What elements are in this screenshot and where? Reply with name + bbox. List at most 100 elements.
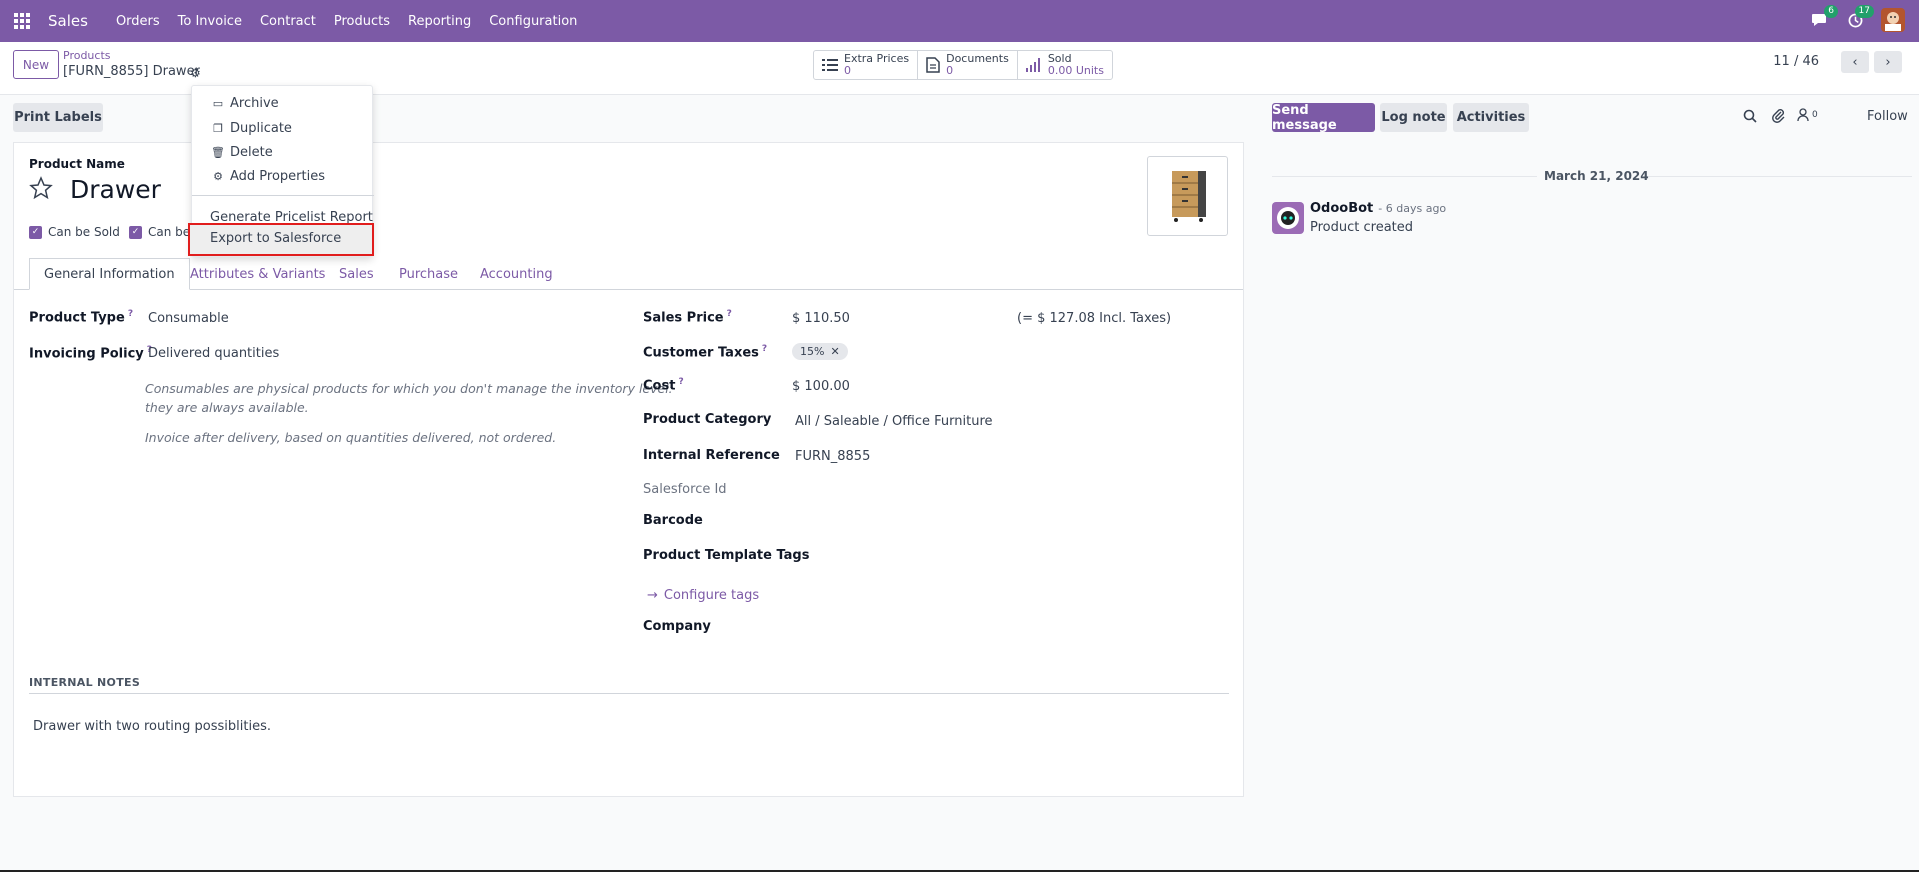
avatar [1272, 202, 1304, 234]
pager-value[interactable]: 11 / 46 [1773, 54, 1819, 69]
tab-general-information[interactable]: General Information [29, 258, 190, 290]
log-note-button[interactable]: Log note [1380, 103, 1447, 132]
new-button[interactable]: New [13, 50, 59, 79]
message-time: - 6 days ago [1378, 202, 1447, 215]
product-category-label: Product Category [643, 412, 772, 427]
export-to-salesforce-menu-item[interactable]: Export to Salesforce [188, 223, 374, 256]
nav-orders[interactable]: Orders [116, 14, 160, 29]
product-template-tags-label: Product Template Tags [643, 548, 810, 563]
product-image[interactable] [1147, 156, 1228, 236]
company-label: Company [643, 619, 711, 634]
document-icon [926, 57, 940, 73]
pager-previous-button[interactable]: ‹ [1841, 51, 1869, 73]
followers-button[interactable]: 0 [1797, 108, 1818, 122]
customer-taxes-label: Customer Taxes? [643, 344, 768, 361]
bar-chart-icon [1025, 58, 1040, 72]
chevron-right-icon: › [1885, 54, 1891, 70]
trash-icon: 🗑︎ [211, 145, 225, 159]
divider [1644, 176, 1912, 177]
gears-icon: ⚙ [213, 169, 223, 183]
dropdown-divider [192, 195, 374, 196]
product-name-label: Product Name [29, 157, 125, 171]
extra-prices-value: 0 [844, 64, 851, 77]
tab-accounting[interactable]: Accounting [480, 258, 553, 290]
list-icon [822, 59, 838, 71]
person-icon [1797, 108, 1809, 122]
smart-buttons: Extra Prices 0 Documents 0 Sold 0.00 Units [813, 50, 1113, 80]
internal-reference-field[interactable]: FURN_8855 [795, 449, 870, 464]
check-icon: ✓ [29, 225, 42, 239]
messages-button[interactable]: 6 [1809, 5, 1838, 30]
nav-contract[interactable]: Contract [260, 14, 316, 29]
documents-button[interactable]: Documents 0 [918, 51, 1018, 79]
product-name-input[interactable]: Drawer [70, 175, 161, 204]
nav-to-invoice[interactable]: To Invoice [178, 14, 242, 29]
sales-price-field[interactable]: $ 110.50 [792, 311, 850, 326]
activities-button[interactable]: Activities [1453, 103, 1529, 132]
internal-reference-label: Internal Reference [643, 448, 780, 463]
sales-price-label: Sales Price? [643, 309, 732, 326]
message-body: Product created [1310, 220, 1414, 235]
delete-menu-item[interactable]: 🗑︎ Delete [192, 141, 374, 163]
breadcrumb-products[interactable]: Products [63, 49, 111, 62]
invoicing-policy-field[interactable]: Delivered quantities [148, 346, 279, 361]
invoicing-policy-help: Invoice after delivery, based on quantit… [145, 430, 557, 445]
archive-menu-item[interactable]: ▭ Archive [192, 92, 374, 114]
customer-taxes-field[interactable]: 15% ✕ [792, 343, 848, 360]
drawer-cabinet-image [1171, 171, 1206, 222]
print-labels-button[interactable]: Print Labels [13, 103, 103, 132]
divider [29, 693, 1229, 694]
top-navbar: Sales Orders To Invoice Contract Product… [0, 0, 1919, 42]
follow-button[interactable]: Follow [1867, 109, 1908, 124]
message-author[interactable]: OdooBot [1310, 201, 1373, 216]
followers-count: 0 [1812, 110, 1818, 120]
duplicate-menu-item[interactable]: ❐ Duplicate [192, 117, 374, 139]
tab-sales[interactable]: Sales [339, 258, 374, 290]
configure-tags-link[interactable]: → Configure tags [647, 588, 759, 603]
favorite-star-icon[interactable] [29, 176, 53, 204]
chatter-date: March 21, 2024 [1544, 169, 1649, 183]
nav-configuration[interactable]: Configuration [489, 14, 577, 29]
internal-notes-field[interactable]: Drawer with two routing possiblities. [33, 719, 271, 734]
chevron-left-icon: ‹ [1852, 54, 1858, 70]
cost-field[interactable]: $ 100.00 [792, 379, 850, 394]
app-name[interactable]: Sales [48, 12, 88, 30]
internal-notes-label: INTERNAL NOTES [29, 676, 141, 689]
barcode-label: Barcode [643, 513, 703, 528]
breadcrumb-current-record: [FURN_8855] Drawer [63, 64, 200, 79]
activities-button[interactable]: 17 [1845, 5, 1874, 30]
apps-menu-icon[interactable] [14, 13, 30, 29]
archive-icon: ▭ [212, 96, 224, 110]
extra-prices-button[interactable]: Extra Prices 0 [814, 51, 919, 79]
copy-icon: ❐ [213, 121, 223, 135]
divider [1272, 176, 1537, 177]
arrow-right-icon: → [647, 588, 658, 603]
user-avatar[interactable] [1881, 8, 1905, 32]
add-properties-menu-item[interactable]: ⚙ Add Properties [192, 165, 374, 187]
gear-icon[interactable]: ⚙ [190, 66, 201, 80]
search-icon[interactable] [1743, 109, 1757, 127]
close-icon[interactable]: ✕ [830, 345, 839, 358]
salesforce-id-label: Salesforce Id [643, 482, 727, 497]
nav-reporting[interactable]: Reporting [408, 14, 471, 29]
product-type-field[interactable]: Consumable [148, 311, 229, 326]
can-be-sold-checkbox[interactable]: ✓ Can be Sold [29, 225, 120, 239]
tab-purchase[interactable]: Purchase [399, 258, 458, 290]
messages-badge: 6 [1824, 5, 1838, 18]
documents-value: 0 [946, 64, 954, 77]
sold-button[interactable]: Sold 0.00 Units [1018, 51, 1112, 79]
tab-attributes-variants[interactable]: Attributes & Variants [190, 258, 325, 290]
activities-badge: 17 [1854, 5, 1874, 18]
check-icon: ✓ [129, 225, 142, 239]
paperclip-icon[interactable] [1771, 108, 1785, 128]
can-be-purchased-label: Can be [148, 225, 191, 239]
notebook-tabs: General Information Attributes & Variant… [14, 258, 1243, 290]
extra-prices-label: Extra Prices [844, 52, 910, 65]
invoicing-policy-label: Invoicing Policy? [29, 345, 152, 362]
pager-next-button[interactable]: › [1874, 51, 1902, 73]
nav-products[interactable]: Products [334, 14, 390, 29]
can-be-sold-label: Can be Sold [48, 225, 120, 239]
can-be-purchased-checkbox[interactable]: ✓ Can be [129, 225, 190, 239]
send-message-button[interactable]: Send message [1272, 103, 1375, 133]
product-category-field[interactable]: All / Saleable / Office Furniture [795, 414, 993, 429]
